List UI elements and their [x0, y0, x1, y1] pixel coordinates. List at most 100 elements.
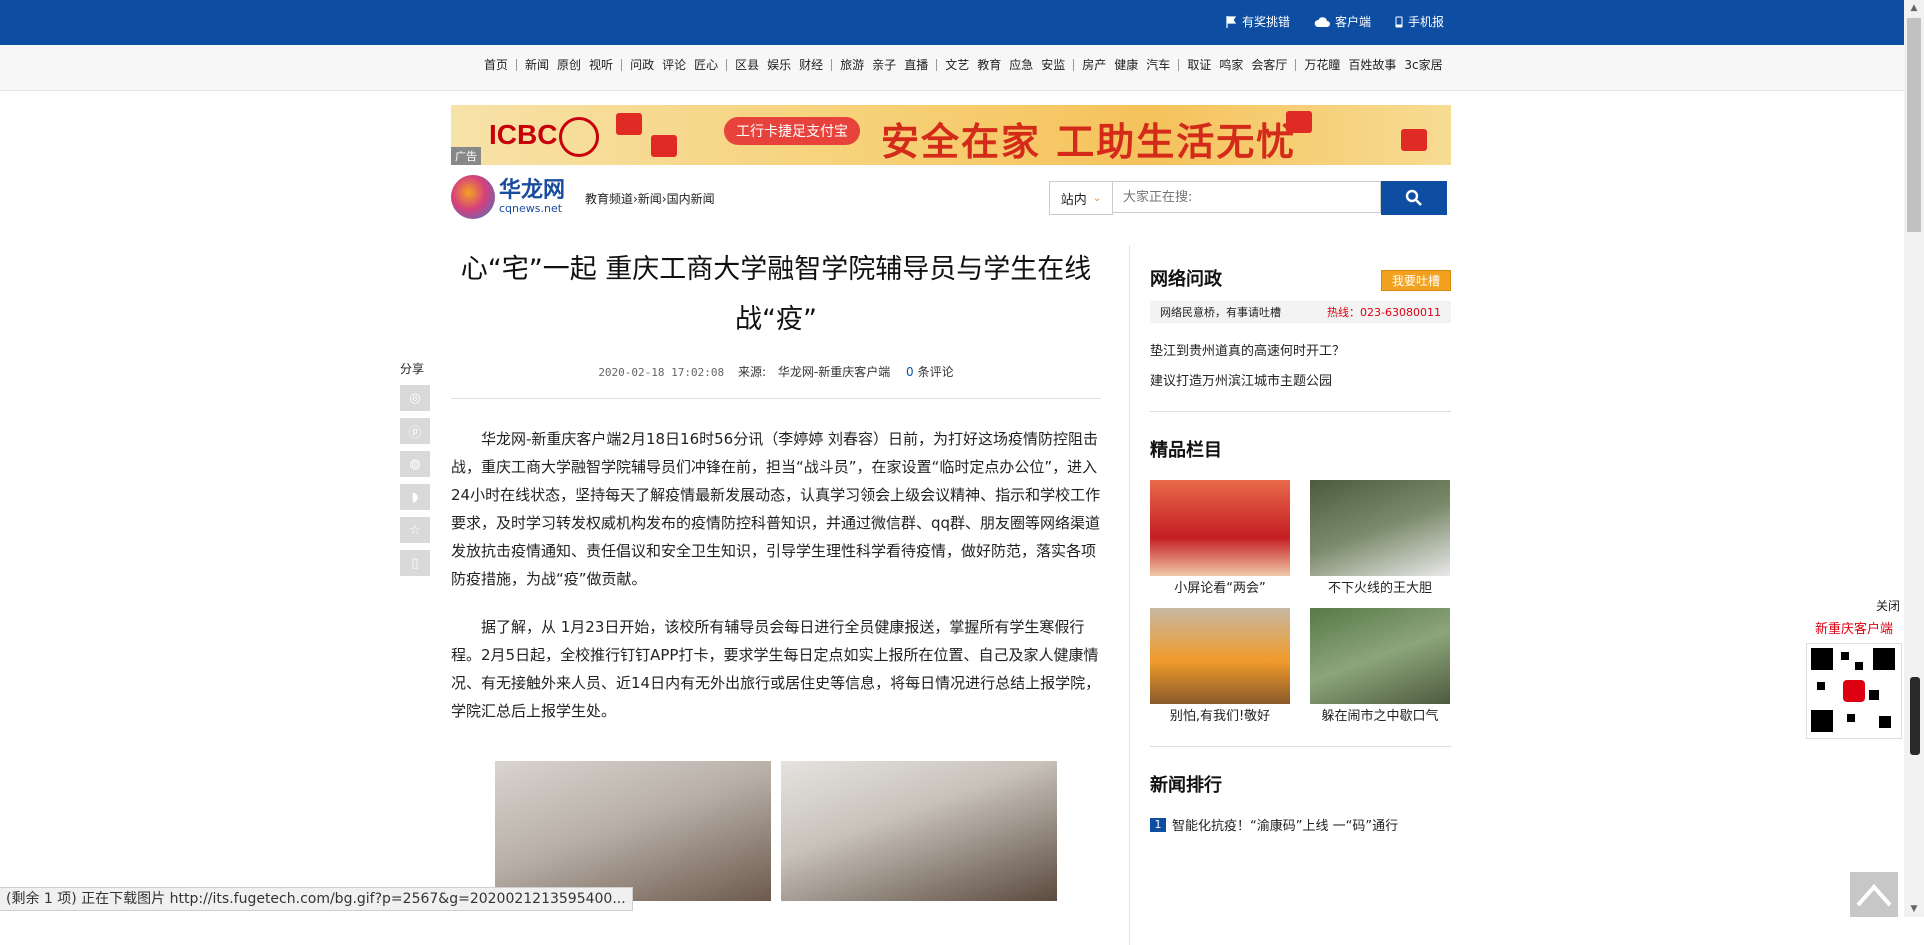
nav-item[interactable]: 评论: [662, 59, 686, 71]
icbc-seal-icon: [559, 117, 599, 157]
question-link[interactable]: 垫江到贵州道真的高速何时开工？: [1150, 337, 1451, 367]
card-caption: 小屏论看“两会”: [1174, 581, 1266, 596]
nav-group: 区县 娱乐 财经: [726, 59, 831, 71]
logo-cn: 华龙网: [499, 178, 566, 203]
ad-slogan: 安全在家 工助生活无忧: [881, 120, 1297, 164]
article: 心“宅”一起 重庆工商大学融智学院辅导员与学生在线战“疫” 2020-02-18…: [451, 245, 1101, 901]
ad-tag: 广告: [451, 147, 481, 165]
report-error-link[interactable]: 有奖挑错: [1226, 13, 1290, 30]
question-link[interactable]: 建议打造万州滨江城市主题公园: [1150, 367, 1451, 397]
qq-icon[interactable]: ◗: [400, 484, 430, 510]
nav-item[interactable]: 万花瞳: [1304, 59, 1340, 71]
jingpin-card[interactable]: 小屏论看“两会”: [1150, 480, 1290, 598]
search-scope-select[interactable]: 站内 ⌄: [1049, 181, 1113, 215]
nav-item[interactable]: 鸣家: [1219, 59, 1243, 71]
tucao-button[interactable]: 我要吐槽: [1380, 270, 1451, 291]
ranking-number: 1: [1150, 817, 1166, 832]
nav-item[interactable]: 视听: [589, 59, 613, 71]
nav-item[interactable]: 文艺: [945, 59, 969, 71]
nav-item[interactable]: 旅游: [840, 59, 864, 71]
site-logo[interactable]: 华龙网 cqnews.net: [451, 175, 565, 219]
nav-group: 万花瞳 百姓故事 3c家居: [1295, 59, 1450, 71]
app-name[interactable]: 新重庆客户端: [1804, 618, 1904, 637]
nav-item[interactable]: 汽车: [1146, 59, 1170, 71]
nav-item[interactable]: 娱乐: [767, 59, 791, 71]
nav-item[interactable]: 亲子: [872, 59, 896, 71]
sidebar: 网络问政 我要吐槽 网络民意桥，有事请吐槽 热线：023-63080011 垫江…: [1150, 265, 1451, 834]
nav-item[interactable]: 直播: [904, 59, 928, 71]
nav-item[interactable]: 房产: [1082, 59, 1106, 71]
nav-item[interactable]: 原创: [557, 59, 581, 71]
nav-item[interactable]: 安监: [1041, 59, 1065, 71]
article-paragraph: 据了解，从 1月23日开始，该校所有辅导员会每日进行全员健康报送，掌握所有学生寒…: [451, 618, 1101, 720]
page-scrollbar[interactable]: ▲ ▼: [1904, 0, 1924, 917]
comment-label[interactable]: 条评论: [918, 365, 954, 379]
nav-item[interactable]: 财经: [799, 59, 823, 71]
jingpin-card[interactable]: 不下火线的王大胆: [1310, 480, 1450, 598]
card-caption: 别怕,有我们!敬好: [1169, 709, 1271, 724]
search-input[interactable]: [1113, 181, 1381, 213]
nav-item[interactable]: 健康: [1114, 59, 1138, 71]
nav-group: 文艺 教育 应急 安监: [936, 59, 1073, 71]
nav-item[interactable]: 新闻: [525, 59, 549, 71]
notice-text: 网络民意桥，有事请吐槽: [1160, 306, 1281, 319]
jingpin-card[interactable]: 躲在闹市之中歇口气: [1310, 608, 1450, 726]
search-button[interactable]: [1381, 181, 1447, 215]
top-bar: 有奖挑错 客户端 手机报: [0, 0, 1904, 45]
article-photo: [781, 761, 1057, 901]
comment-count[interactable]: 0: [906, 365, 914, 379]
side-gauge-widget: [1910, 677, 1920, 755]
floating-app-ad: 关闭 新重庆客户端: [1804, 597, 1904, 739]
ranking-text: 智能化抗疫！“渝康码”上线 一“码”通行: [1172, 819, 1399, 834]
red-envelope-icon: [1286, 111, 1312, 133]
card-thumbnail: [1310, 480, 1450, 576]
back-to-top-button[interactable]: [1850, 872, 1898, 917]
flag-icon: [1226, 15, 1237, 28]
icbc-banner-ad[interactable]: ICBC 工行卡捷足支付宝 安全在家 工助生活无忧 广告: [451, 105, 1451, 165]
scroll-up-icon[interactable]: ▲: [1904, 0, 1924, 16]
wenzheng-notice: 网络民意桥，有事请吐槽 热线：023-63080011: [1150, 301, 1451, 323]
nav-item[interactable]: 匠心: [694, 59, 718, 71]
qr-code-icon[interactable]: [1806, 643, 1902, 739]
star-icon[interactable]: ☆: [400, 517, 430, 543]
chevron-down-icon: ⌄: [1092, 192, 1102, 204]
mobile-news-label: 手机报: [1407, 15, 1444, 29]
column-divider: [1129, 245, 1130, 945]
article-source[interactable]: 华龙网-新重庆客户端: [778, 365, 890, 379]
jingpin-card[interactable]: 别怕,有我们!敬好: [1150, 608, 1290, 726]
breadcrumb[interactable]: 教育频道›新闻›国内新闻: [585, 190, 715, 207]
wechat-icon[interactable]: ◍: [400, 451, 430, 477]
nav-item[interactable]: 3c家居: [1404, 59, 1442, 71]
close-button[interactable]: 关闭: [1804, 597, 1904, 614]
red-envelope-icon: [651, 135, 677, 157]
weibo-icon[interactable]: ◎: [400, 385, 430, 411]
ranking-item[interactable]: 1 智能化抗疫！“渝康码”上线 一“码”通行: [1150, 815, 1451, 834]
client-link[interactable]: 客户端: [1314, 13, 1371, 30]
card-caption: 不下火线的王大胆: [1327, 581, 1432, 596]
article-meta: 2020-02-18 17:02:08 来源: 华龙网-新重庆客户端 0 条评论: [451, 363, 1101, 380]
card-thumbnail: [1150, 480, 1290, 576]
site-header: 华龙网 cqnews.net 教育频道›新闻›国内新闻 站内 ⌄: [451, 173, 1451, 223]
phone-icon[interactable]: ▯: [400, 550, 430, 576]
nav-item[interactable]: 教育: [977, 59, 1001, 71]
nav-item[interactable]: 区县: [735, 59, 759, 71]
nav-item[interactable]: 百姓故事: [1348, 59, 1396, 71]
share-label: 分享: [400, 362, 425, 376]
ranking-title: 新闻排行: [1150, 775, 1222, 796]
divider: [451, 398, 1101, 399]
nav-item[interactable]: 会客厅: [1251, 59, 1287, 71]
nav-item[interactable]: 应急: [1009, 59, 1033, 71]
nav-item[interactable]: 取证: [1187, 59, 1211, 71]
report-error-label: 有奖挑错: [1241, 15, 1290, 29]
divider: [1150, 746, 1451, 747]
scroll-down-icon[interactable]: ▼: [1904, 901, 1924, 917]
red-envelope-icon: [1401, 129, 1427, 151]
mobile-news-link[interactable]: 手机报: [1395, 13, 1444, 30]
top-links: 有奖挑错 客户端 手机报: [1226, 13, 1444, 30]
scrollbar-thumb[interactable]: [1907, 18, 1921, 232]
nav-item[interactable]: 问政: [630, 59, 654, 71]
mobile-icon: [1395, 16, 1403, 27]
pinterest-icon[interactable]: ⓟ: [400, 418, 430, 444]
nav-item[interactable]: 首页: [484, 59, 508, 71]
question-list: 垫江到贵州道真的高速何时开工？ 建议打造万州滨江城市主题公园: [1150, 337, 1451, 397]
